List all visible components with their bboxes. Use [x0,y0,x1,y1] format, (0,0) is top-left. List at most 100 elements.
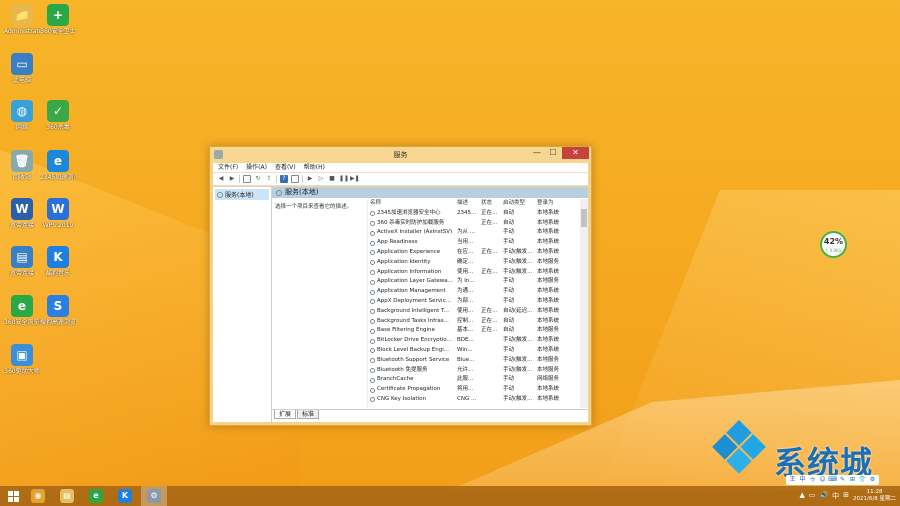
table-row[interactable]: Background Intelligent T... 使用... 正在... 自动(… [370,307,580,317]
table-row[interactable]: Application Information 使用... 正在... 手动(触发..… [370,268,580,278]
table-row[interactable]: Application Layer Gatewa... 为 In... 手动 本地服务 [370,277,580,287]
services-rows: 2345加速浏览器安全中心 2345... 正在... 自动 本地系统 360 杀毒实时防… [370,209,580,405]
desktop-icon[interactable]: ▭ 此电脑 [4,53,40,84]
network-speed-gauge[interactable]: 42% ↑ 0.9K/s [820,231,847,258]
service-startup: 手动(触发... [503,337,533,344]
ime-icon[interactable]: ⊞ [848,475,857,485]
tray-icon[interactable]: ▭ [809,491,816,501]
desktop-icon[interactable]: S 搜狗高速浏览器 [40,295,76,326]
ime-icon[interactable]: 王 [788,475,797,485]
desktop-icon[interactable]: W WPS 2019 [40,198,76,229]
ime-icon[interactable]: 👕 [858,475,867,485]
desktop-icon[interactable]: e 360安全浏览器 [4,295,40,326]
minimize-button[interactable]: — [529,147,545,159]
column-header-startup[interactable]: 启动类型 [503,199,537,209]
column-header-desc[interactable]: 描述 [457,199,481,209]
tray-icon[interactable]: ▲ [799,491,804,501]
restart-service-icon[interactable]: ▶❚ [350,175,360,183]
close-button[interactable]: ✕ [562,147,589,159]
stop-service-icon[interactable]: ■ [328,175,336,183]
desktop-icon[interactable]: W 宽带连接 [4,198,40,229]
menu-action[interactable]: 操作(A) [246,163,267,172]
tab-standard[interactable]: 标准 [297,410,320,419]
desktop-icon[interactable]: ▣ 360驱动大师 [4,344,40,375]
table-row[interactable]: AppX Deployment Servic... 为部... 手动 本地系统 [370,297,580,307]
table-row[interactable]: Application Identity 确定... 手动(触发... 本地服务 [370,258,580,268]
tab-extended[interactable]: 扩展 [274,410,297,419]
forward-icon[interactable]: ▶ [228,175,236,183]
tray-icon[interactable]: ⊞ [843,491,849,501]
gear-icon [370,348,375,354]
service-desc: 确定... [457,258,474,265]
ime-icon[interactable]: ⌨ [828,475,837,485]
desktop-app-icon: ◍ [11,100,33,122]
maximize-button[interactable]: ☐ [545,147,561,159]
desktop-icon[interactable]: ▤ 宽带连接 [4,246,40,277]
ime-icon[interactable]: ✎ [838,475,847,485]
taskbar-app-services[interactable]: ⚙ [141,486,167,506]
properties-icon[interactable] [291,175,299,183]
table-row[interactable]: Bluetooth 免提服务 允许... 手动(触发... 本地服务 [370,366,580,376]
service-desc: 控制... [457,317,474,324]
desktop-icon[interactable]: e 2345加速浏览器 [40,150,76,181]
table-row[interactable]: CNG Key Isolation CNG ... 手动(触发... 本地系统 [370,395,580,405]
desktop-icon[interactable]: +360安全卫士 [40,4,76,35]
taskbar-app-ie[interactable]: ◉ [25,486,51,506]
tray-icon[interactable]: 🔊 [819,491,828,501]
column-header-status[interactable]: 状态 [481,199,503,209]
scrollbar-thumb[interactable] [581,209,587,227]
desktop-icon[interactable]: ◍ 网络 [4,100,40,131]
table-row[interactable]: BitLocker Drive Encryptio... BDE... 手动(触发.… [370,336,580,346]
table-row[interactable]: App Readiness 当用... 手动 本地系统 [370,238,580,248]
table-row[interactable]: 2345加速浏览器安全中心 2345... 正在... 自动 本地系统 [370,209,580,219]
desktop-icon[interactable]: ✓ 360杀毒 [40,100,76,131]
service-startup: 自动(延迟... [503,307,533,314]
service-name: 360 杀毒实时防护加载服务 [370,219,457,229]
table-row[interactable]: Application Management 为通... 手动 本地系统 [370,287,580,297]
taskbar-app-360browser[interactable]: e [83,486,109,506]
table-row[interactable]: ActiveX Installer (AxInstSV) 为从 ... 手动 本地系统 [370,228,580,238]
table-row[interactable]: Base Filtering Engine 基本... 正在... 自动 本地服务 [370,326,580,336]
desktop-icon[interactable]: K 酷狗音乐 [40,246,76,277]
export-icon[interactable]: ⇪ [265,175,273,183]
table-row[interactable]: Application Experience 在应... 正在... 手动(触发...… [370,248,580,258]
table-row[interactable]: Background Tasks Infras... 控制... 正在... 自动 本地… [370,317,580,327]
tree-item-services-local[interactable]: 服务(本地) [215,189,269,200]
desktop-app-icon: e [11,295,33,317]
start-service-icon[interactable]: ▶ [306,175,314,183]
desktop-icon[interactable]: 🗑 回收站 [4,150,40,181]
toolbar-divider [302,175,303,183]
pause-service-icon[interactable]: ❚❚ [339,175,349,183]
title-bar[interactable]: 服务 — ☐ ✕ [210,147,591,163]
start-button[interactable] [4,487,22,505]
table-row[interactable]: 360 杀毒实时防护加载服务 正在... 自动 本地系统 [370,219,580,229]
ime-icon[interactable]: ゥ [808,475,817,485]
taskbar-app-kugou[interactable]: K [112,486,138,506]
table-row[interactable]: Block Level Backup Engi... Win... 手动 本地系统 [370,346,580,356]
service-desc: 基本... [457,327,474,334]
table-row[interactable]: Certificate Propagation 将用... 手动 本地系统 [370,385,580,395]
service-desc: 使用... [457,268,474,275]
console-tree-icon[interactable] [243,175,251,183]
service-startup: 手动(触发... [503,356,533,363]
ime-icon[interactable]: 中 [798,475,807,485]
ime-icon[interactable]: ☺ [818,475,827,485]
clock[interactable]: 11:28 2021/6/8 星期二 [853,489,896,503]
desktop-icon[interactable]: 📁 Administrator [4,4,40,35]
menu-view[interactable]: 查看(V) [275,163,296,172]
menu-file[interactable]: 文件(F) [218,163,238,172]
taskbar-app-explorer[interactable]: ▤ [54,486,80,506]
vertical-scrollbar[interactable] [580,199,588,408]
service-desc: CNG ... [457,395,477,402]
help-icon[interactable]: ? [280,175,288,183]
tray-icon[interactable]: 中 [832,491,839,501]
table-row[interactable]: BranchCache 此服... 手动 网络服务 [370,375,580,385]
ime-icon[interactable]: ⚙ [868,475,877,485]
table-row[interactable]: Bluetooth Support Service Blue... 手动(触发...… [370,356,580,366]
back-icon[interactable]: ◀ [217,175,225,183]
column-header-name[interactable]: 名称 [370,199,457,209]
menu-help[interactable]: 帮助(H) [304,163,325,172]
refresh-icon[interactable]: ↻ [254,175,262,183]
column-header-logon[interactable]: 登录为 [537,199,577,209]
start-paused-icon[interactable]: ▷ [317,175,325,183]
